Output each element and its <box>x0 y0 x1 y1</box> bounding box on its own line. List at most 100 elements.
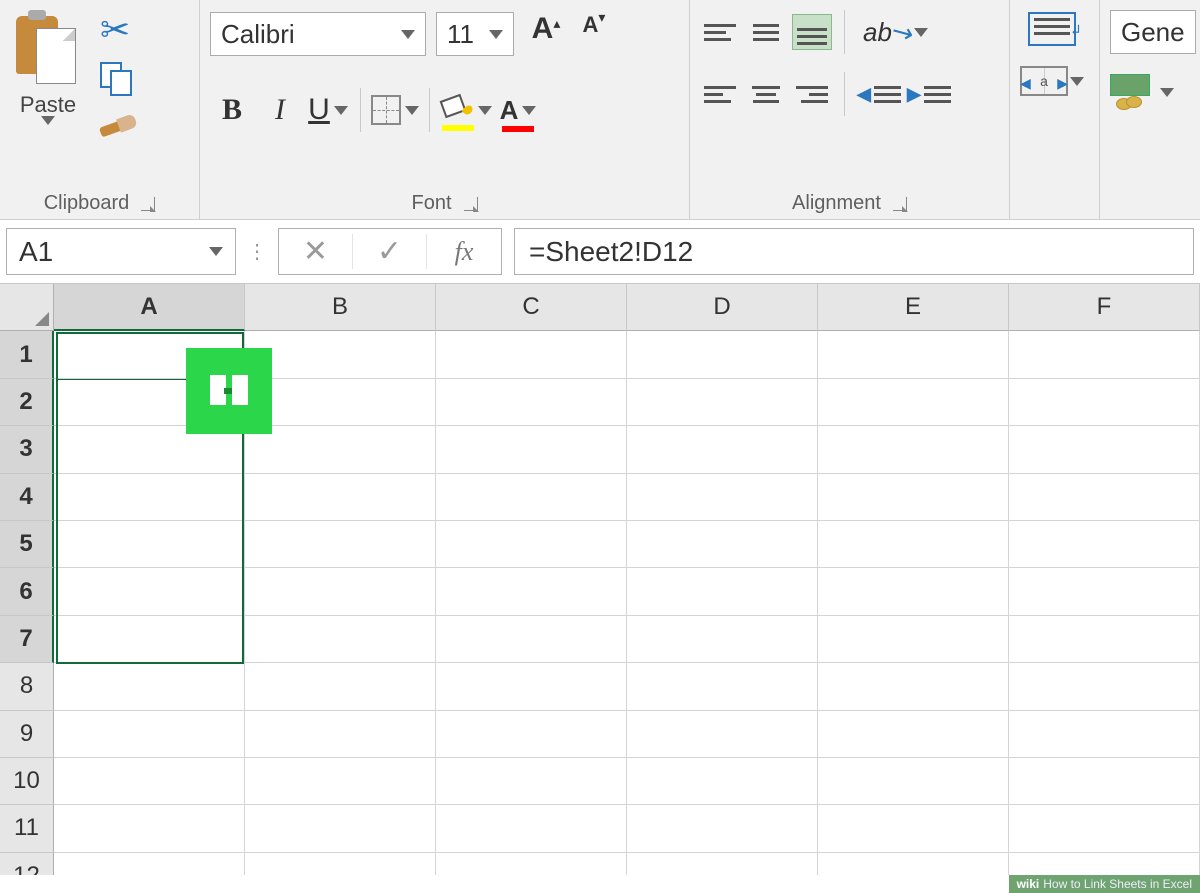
copy-icon[interactable] <box>100 62 134 96</box>
decrease-indent-button[interactable]: ◀ <box>857 76 901 112</box>
row-header[interactable]: 2 <box>0 379 54 426</box>
cell[interactable] <box>1009 568 1200 615</box>
chevron-down-icon[interactable] <box>1160 88 1174 97</box>
row-header[interactable]: 7 <box>0 616 54 663</box>
cell[interactable] <box>54 853 245 875</box>
align-left-button[interactable] <box>700 76 740 112</box>
cell[interactable] <box>1009 521 1200 568</box>
cell[interactable] <box>1009 853 1200 875</box>
insert-function-button[interactable]: fx <box>427 237 501 267</box>
bold-button[interactable]: B <box>210 85 254 135</box>
cell[interactable] <box>436 331 627 378</box>
italic-button[interactable]: I <box>258 85 302 135</box>
cell[interactable] <box>54 805 245 852</box>
cell[interactable] <box>436 711 627 758</box>
row-header[interactable]: 3 <box>0 426 54 473</box>
cell[interactable] <box>627 474 818 521</box>
cell[interactable] <box>245 853 436 875</box>
cell[interactable] <box>818 474 1009 521</box>
cell[interactable] <box>245 663 436 710</box>
cell[interactable] <box>54 663 245 710</box>
underline-button[interactable]: U <box>306 85 350 135</box>
enter-formula-button[interactable]: ✓ <box>353 234 427 269</box>
paste-dropdown-icon[interactable] <box>41 116 55 125</box>
accounting-format-button[interactable] <box>1110 74 1154 110</box>
cell[interactable] <box>818 711 1009 758</box>
cell[interactable] <box>627 663 818 710</box>
cell[interactable] <box>54 758 245 805</box>
formula-input[interactable]: =Sheet2!D12 <box>514 228 1194 275</box>
decrease-font-size-button[interactable]: A▾ <box>572 12 616 56</box>
clipboard-launcher-icon[interactable] <box>141 197 155 211</box>
row-header[interactable]: 9 <box>0 711 54 758</box>
cell[interactable] <box>436 758 627 805</box>
cell[interactable] <box>245 805 436 852</box>
cell[interactable] <box>627 616 818 663</box>
cell[interactable] <box>818 663 1009 710</box>
font-size-combo[interactable]: 11 <box>436 12 514 56</box>
cell[interactable] <box>1009 426 1200 473</box>
column-header[interactable]: B <box>245 284 436 331</box>
cell[interactable] <box>627 568 818 615</box>
orientation-button[interactable]: ab↗ <box>857 17 934 48</box>
cell[interactable] <box>1009 616 1200 663</box>
column-header[interactable]: C <box>436 284 627 331</box>
cell[interactable] <box>627 379 818 426</box>
row-header[interactable]: 4 <box>0 474 54 521</box>
cell[interactable] <box>818 379 1009 426</box>
cell[interactable] <box>245 616 436 663</box>
row-header[interactable]: 1 <box>0 331 54 378</box>
row-header[interactable]: 5 <box>0 521 54 568</box>
font-name-combo[interactable]: Calibri <box>210 12 426 56</box>
cell[interactable] <box>818 805 1009 852</box>
cell[interactable] <box>1009 474 1200 521</box>
align-middle-button[interactable] <box>746 14 786 50</box>
cell[interactable] <box>818 331 1009 378</box>
cell[interactable] <box>436 853 627 875</box>
row-header[interactable]: 10 <box>0 758 54 805</box>
cell[interactable] <box>627 331 818 378</box>
align-center-button[interactable] <box>746 76 786 112</box>
align-bottom-button[interactable] <box>792 14 832 50</box>
column-header[interactable]: A <box>54 284 245 331</box>
alignment-launcher-icon[interactable] <box>893 197 907 211</box>
cell[interactable] <box>818 521 1009 568</box>
cell[interactable] <box>436 805 627 852</box>
row-header[interactable]: 12 <box>0 853 54 875</box>
cell[interactable] <box>436 663 627 710</box>
column-header[interactable]: F <box>1009 284 1200 331</box>
cell[interactable] <box>627 853 818 875</box>
cell[interactable] <box>436 568 627 615</box>
cell[interactable] <box>245 379 436 426</box>
cell[interactable] <box>627 521 818 568</box>
grip-icon[interactable]: ⋮ <box>248 228 266 275</box>
paste-button[interactable]: Paste <box>10 6 86 186</box>
increase-font-size-button[interactable]: A▴ <box>524 12 568 56</box>
fill-handle-cursor-icon[interactable] <box>186 348 272 434</box>
merge-center-button[interactable]: ◀a▶ <box>1020 66 1068 96</box>
font-launcher-icon[interactable] <box>464 197 478 211</box>
cell[interactable] <box>245 426 436 473</box>
cell[interactable] <box>627 758 818 805</box>
cell[interactable] <box>1009 663 1200 710</box>
cell[interactable] <box>627 805 818 852</box>
cell[interactable] <box>436 616 627 663</box>
number-format-combo[interactable]: Gene <box>1110 10 1196 54</box>
chevron-down-icon[interactable] <box>1070 77 1084 86</box>
cell[interactable] <box>54 474 245 521</box>
row-header[interactable]: 8 <box>0 663 54 710</box>
cell[interactable] <box>436 474 627 521</box>
cell[interactable] <box>1009 331 1200 378</box>
format-painter-icon[interactable] <box>100 110 140 142</box>
cell[interactable] <box>1009 711 1200 758</box>
cell[interactable] <box>54 568 245 615</box>
select-all-corner[interactable] <box>0 284 54 331</box>
cell[interactable] <box>245 758 436 805</box>
wrap-text-button[interactable]: ↲ <box>1028 12 1076 46</box>
cell[interactable] <box>245 331 436 378</box>
cell[interactable] <box>245 568 436 615</box>
cell[interactable] <box>818 616 1009 663</box>
column-header[interactable]: E <box>818 284 1009 331</box>
cell[interactable] <box>436 426 627 473</box>
cell[interactable] <box>436 521 627 568</box>
